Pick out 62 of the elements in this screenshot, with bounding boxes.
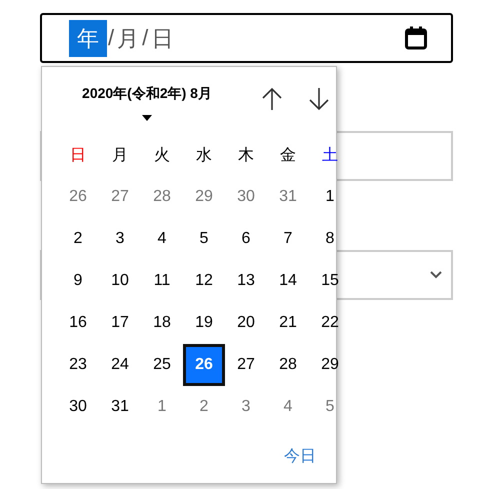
weekday-label: 日: [69, 146, 87, 166]
day-cell[interactable]: 30: [57, 386, 99, 428]
arrow-down-icon[interactable]: [308, 87, 330, 111]
day-cell[interactable]: 29: [183, 176, 225, 218]
date-segment[interactable]: 日: [149, 20, 176, 56]
weekday-label: 金: [279, 146, 297, 166]
day-cell[interactable]: 27: [99, 176, 141, 218]
day-cell[interactable]: 22: [309, 302, 351, 344]
day-cell[interactable]: 27: [225, 344, 267, 386]
day-cell[interactable]: 14: [267, 260, 309, 302]
day-cell[interactable]: 1: [309, 176, 351, 218]
weekday-label: 月: [111, 146, 129, 166]
day-cell[interactable]: 7: [267, 218, 309, 260]
day-cell[interactable]: 1: [141, 386, 183, 428]
day-cell[interactable]: 26: [183, 344, 225, 386]
day-cell[interactable]: 24: [99, 344, 141, 386]
day-cell[interactable]: 2: [57, 218, 99, 260]
day-cell[interactable]: 19: [183, 302, 225, 344]
day-cell[interactable]: 13: [225, 260, 267, 302]
day-cell[interactable]: 18: [141, 302, 183, 344]
day-cell[interactable]: 31: [99, 386, 141, 428]
day-cell[interactable]: 20: [225, 302, 267, 344]
day-cell[interactable]: 15: [309, 260, 351, 302]
day-cell[interactable]: 28: [141, 176, 183, 218]
day-cell[interactable]: 16: [57, 302, 99, 344]
day-cell[interactable]: 26: [57, 176, 99, 218]
day-cell[interactable]: 23: [57, 344, 99, 386]
dropdown-triangle-icon[interactable]: [142, 115, 152, 121]
weekday-label: 水: [195, 146, 213, 166]
day-cell[interactable]: 3: [99, 218, 141, 260]
day-cell[interactable]: 29: [309, 344, 351, 386]
day-cell[interactable]: 6: [225, 218, 267, 260]
date-segment[interactable]: 年: [69, 20, 107, 56]
day-cell[interactable]: 4: [141, 218, 183, 260]
weekday-label: 火: [153, 146, 171, 166]
day-cell[interactable]: 21: [267, 302, 309, 344]
date-separator: /: [108, 25, 114, 51]
day-cell[interactable]: 9: [57, 260, 99, 302]
chevron-down-icon: [430, 271, 442, 279]
day-cell[interactable]: 10: [99, 260, 141, 302]
day-cell[interactable]: 5: [309, 386, 351, 428]
arrow-up-icon[interactable]: [261, 87, 283, 111]
date-separator: /: [142, 25, 148, 51]
day-cell[interactable]: 8: [309, 218, 351, 260]
date-segment[interactable]: 月: [115, 20, 142, 56]
calendar-icon[interactable]: [405, 26, 427, 50]
day-cell[interactable]: 5: [183, 218, 225, 260]
day-cell[interactable]: 2: [183, 386, 225, 428]
date-field[interactable]: 年 /月/日: [40, 13, 453, 63]
day-cell[interactable]: 25: [141, 344, 183, 386]
today-link[interactable]: 今日: [284, 446, 316, 467]
day-cell[interactable]: 30: [225, 176, 267, 218]
day-cell[interactable]: 4: [267, 386, 309, 428]
weekday-label: 土: [321, 146, 339, 166]
day-cell[interactable]: 3: [225, 386, 267, 428]
day-cell[interactable]: 11: [141, 260, 183, 302]
day-cell[interactable]: 31: [267, 176, 309, 218]
weekday-label: 木: [237, 146, 255, 166]
day-cell[interactable]: 28: [267, 344, 309, 386]
day-cell[interactable]: 17: [99, 302, 141, 344]
day-cell[interactable]: 12: [183, 260, 225, 302]
month-title[interactable]: 2020年(令和2年) 8月: [82, 85, 212, 103]
